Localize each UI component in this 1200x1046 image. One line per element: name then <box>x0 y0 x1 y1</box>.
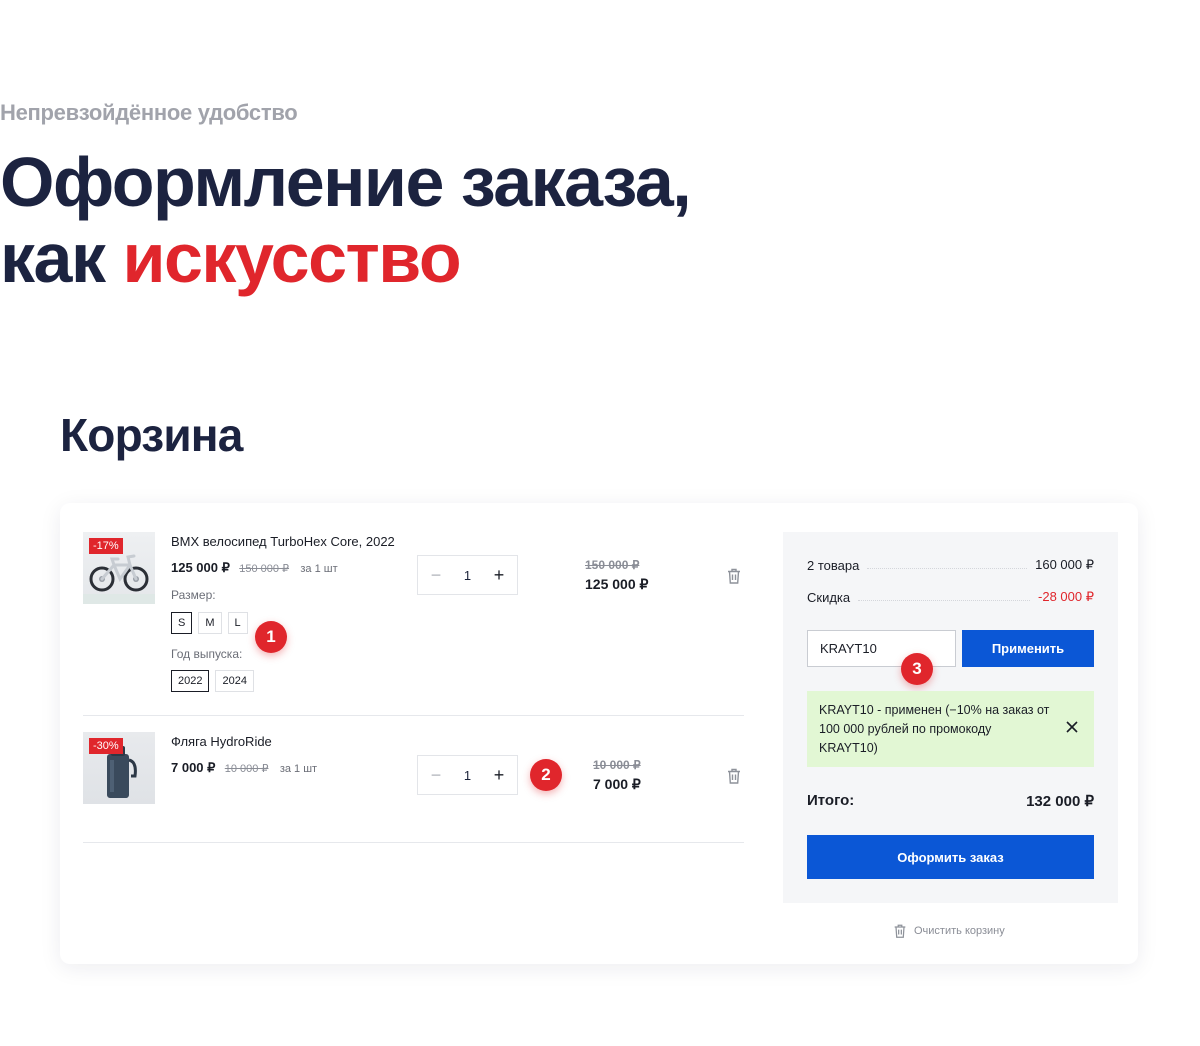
per-unit-label: за 1 шт <box>300 563 338 575</box>
line-sum-old: 10 000 ₽ <box>593 758 641 772</box>
unit-old-price: 10 000 ₽ <box>224 763 269 775</box>
size-chip-m[interactable]: M <box>198 612 222 634</box>
decrease-button[interactable]: − <box>428 765 444 786</box>
increase-button[interactable]: + <box>491 765 507 786</box>
summary-items-row: 2 товара 160 000 ₽ <box>807 557 1094 573</box>
line-sum-current: 7 000 ₽ <box>593 776 641 792</box>
cart-item: -30% Фляга HydroRide 7 000 ₽ 10 000 ₽ за… <box>83 732 744 812</box>
product-name[interactable]: Фляга HydroRide <box>171 734 272 749</box>
total-label: Итого: <box>807 792 855 809</box>
apply-promo-button[interactable]: Применить <box>962 630 1094 667</box>
dotted-leader <box>867 561 1028 569</box>
discount-label: Скидка <box>807 589 851 605</box>
size-label: Размер: <box>171 588 216 602</box>
trash-icon[interactable] <box>725 567 743 585</box>
promo-code-input[interactable]: KRAYT10 <box>807 630 956 667</box>
discount-value: -28 000 ₽ <box>1038 589 1094 604</box>
callout-marker-2: 2 <box>530 759 562 791</box>
checkout-button[interactable]: Оформить заказ <box>807 835 1094 879</box>
unit-price: 125 000 ₽ <box>171 560 230 575</box>
promo-applied-notice: KRAYT10 - применен (−10% на заказ от 100… <box>807 691 1094 767</box>
year-label: Год выпуска: <box>171 647 243 661</box>
callout-marker-1: 1 <box>255 621 287 653</box>
size-chip-s[interactable]: S <box>171 612 193 634</box>
product-image-bmx-bike[interactable]: -17% <box>83 532 155 604</box>
line-sum: 150 000 ₽ 125 000 ₽ <box>585 558 648 593</box>
items-total: 160 000 ₽ <box>1035 557 1094 572</box>
hero-title-accent: искусство <box>122 219 461 297</box>
callout-marker-3: 3 <box>901 653 933 685</box>
unit-price-row: 125 000 ₽ 150 000 ₽ за 1 шт <box>171 560 338 576</box>
clear-cart-label: Очистить корзину <box>914 925 1005 937</box>
close-icon[interactable] <box>1064 719 1080 735</box>
order-total: Итого: 132 000 ₽ <box>807 792 1094 810</box>
product-image-water-flask[interactable]: -30% <box>83 732 155 804</box>
unit-old-price: 150 000 ₽ <box>239 563 290 575</box>
increase-button[interactable]: + <box>491 565 507 586</box>
hero-title: Оформление заказа, как искусство <box>0 143 692 297</box>
quantity-stepper: − 1 + <box>417 755 518 795</box>
quantity-value[interactable]: 1 <box>464 568 471 583</box>
hero-title-prefix: как <box>0 219 123 297</box>
order-summary: 2 товара 160 000 ₽ Скидка -28 000 ₽ KRAY… <box>783 532 1118 903</box>
decrease-button[interactable]: − <box>428 565 444 586</box>
size-chips: S M L <box>171 612 248 634</box>
cart-item: -17% BMX велосипед TurboHex Core, 2022 1… <box>83 532 744 692</box>
trash-icon <box>894 924 906 938</box>
item-divider <box>83 715 744 716</box>
cart-title: Корзина <box>60 409 243 461</box>
year-chip-2024[interactable]: 2024 <box>215 670 254 692</box>
discount-badge: -17% <box>89 538 123 554</box>
dotted-leader <box>858 593 1031 601</box>
year-chips: 2022 2024 <box>171 670 254 692</box>
cart-card: -17% BMX велосипед TurboHex Core, 2022 1… <box>60 503 1138 964</box>
per-unit-label: за 1 шт <box>279 763 318 775</box>
unit-price-row: 7 000 ₽ 10 000 ₽ за 1 шт <box>171 760 317 776</box>
trash-icon[interactable] <box>725 767 743 785</box>
hero-eyebrow: Непревзойдённое удобство <box>0 100 298 125</box>
quantity-stepper: − 1 + <box>417 555 518 595</box>
line-sum-old: 150 000 ₽ <box>585 558 640 572</box>
clear-cart-button[interactable]: Очистить корзину <box>892 923 1005 939</box>
summary-discount-row: Скидка -28 000 ₽ <box>807 589 1094 605</box>
quantity-value[interactable]: 1 <box>464 768 471 783</box>
hero-title-line1: Оформление заказа, <box>0 143 692 221</box>
product-name[interactable]: BMX велосипед TurboHex Core, 2022 <box>171 534 395 549</box>
discount-badge: -30% <box>89 738 123 754</box>
line-sum-current: 125 000 ₽ <box>585 576 649 592</box>
year-chip-2022[interactable]: 2022 <box>171 670 210 692</box>
size-chip-l[interactable]: L <box>227 612 248 634</box>
items-count-label: 2 товара <box>807 557 860 573</box>
promo-applied-text: KRAYT10 - применен (−10% на заказ от 100… <box>819 703 1050 755</box>
line-sum: 10 000 ₽ 7 000 ₽ <box>593 758 641 793</box>
total-value: 132 000 ₽ <box>1026 793 1094 810</box>
item-divider <box>83 842 744 843</box>
unit-price: 7 000 ₽ <box>171 760 216 775</box>
